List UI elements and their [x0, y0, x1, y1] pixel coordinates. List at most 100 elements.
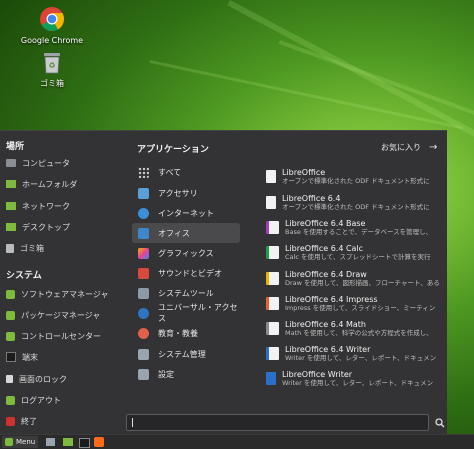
category-internet[interactable]: インターネット: [132, 203, 240, 223]
app-libreoffice[interactable]: LibreOffice オープンで標準化された ODF ドキュメント形式に: [266, 168, 440, 192]
app-description: Impress を使用して、スライドショー、ミーティン: [285, 304, 436, 312]
system-title: システム: [6, 271, 42, 281]
accessibility-icon: [138, 307, 149, 319]
files-icon[interactable]: [63, 438, 73, 446]
terminal-icon: [6, 352, 16, 362]
favorites-label: お気に入り: [381, 143, 421, 152]
lock-icon: [6, 375, 13, 383]
libreoffice-impress-icon: [266, 297, 279, 310]
folder-icon: [6, 180, 16, 188]
menu-button[interactable]: Menu: [2, 436, 39, 448]
category-label: アクセサリ: [158, 188, 198, 198]
category-graphics[interactable]: グラフィックス: [132, 243, 240, 263]
system-terminal[interactable]: 端末: [6, 347, 38, 367]
system-label: パッケージマネージャ: [21, 310, 101, 320]
app-libreoffice-writer[interactable]: LibreOffice Writer Writer を使用して、レター、レポート、…: [266, 370, 440, 394]
desktop-icon-label: Google Chrome: [20, 36, 84, 45]
places-title: 場所: [6, 142, 25, 152]
system-label: ソフトウェアマネージャ: [21, 289, 109, 299]
chrome-icon: [40, 7, 65, 32]
category-system-tools[interactable]: システムツール: [132, 283, 240, 303]
system-lock-screen[interactable]: 画面のロック: [6, 369, 67, 389]
app-name: LibreOffice 6.4 Draw: [285, 270, 367, 279]
trash-icon: [6, 243, 14, 253]
category-office[interactable]: オフィス: [132, 223, 240, 243]
app-name: LibreOffice 6.4: [282, 194, 341, 203]
system-label: 終了: [21, 416, 37, 426]
category-sound-video[interactable]: サウンドとビデオ: [132, 263, 240, 283]
grid-icon: [138, 166, 149, 178]
category-all[interactable]: すべて: [132, 162, 240, 182]
libreoffice-base-icon: [266, 221, 279, 234]
multimedia-icon: [138, 267, 149, 279]
category-label: 設定: [158, 369, 174, 379]
control-center-icon: [6, 331, 15, 341]
system-package-manager[interactable]: パッケージマネージャ: [6, 305, 100, 325]
app-description: Math を使用して、科学の公式や方程式を作成し、: [285, 329, 433, 337]
category-label: ユニバーサル・アクセス: [158, 303, 238, 323]
app-description: オープンで標準化された ODF ドキュメント形式に: [282, 177, 430, 185]
app-libreoffice-math[interactable]: LibreOffice 6.4 Math Math を使用して、科学の公式や方程式…: [266, 320, 440, 344]
category-label: すべて: [158, 167, 182, 177]
office-icon: [138, 227, 149, 239]
taskbar: Menu: [0, 434, 474, 449]
place-home[interactable]: ホームフォルダ: [6, 174, 77, 194]
desktop-icon-chrome[interactable]: Google Chrome: [20, 6, 84, 45]
app-libreoffice-base[interactable]: LibreOffice 6.4 Base Base を使用することで、データベース…: [266, 219, 440, 243]
arrow-right-icon: →: [429, 142, 438, 153]
app-description: Writer を使用して、レター、レポート、ドキュメン: [285, 354, 437, 362]
category-administration[interactable]: システム管理: [132, 344, 240, 364]
category-universal-access[interactable]: ユニバーサル・アクセス: [132, 303, 240, 323]
search-icon[interactable]: [435, 418, 445, 428]
place-desktop[interactable]: デスクトップ: [6, 217, 70, 237]
app-libreoffice-writer-64[interactable]: LibreOffice 6.4 Writer Writer を使用して、レター、レ…: [266, 345, 440, 369]
libreoffice-math-icon: [266, 322, 279, 335]
system-label: 端末: [22, 352, 38, 362]
category-education[interactable]: 教育・教養: [132, 323, 240, 343]
app-libreoffice-impress[interactable]: LibreOffice 6.4 Impress Impress を使用して、スライ…: [266, 295, 440, 319]
mint-logo-icon: [5, 438, 13, 446]
app-name: LibreOffice 6.4 Math: [285, 320, 366, 329]
search-input[interactable]: [126, 414, 429, 431]
category-label: サウンドとビデオ: [158, 268, 222, 278]
system-shutdown[interactable]: 終了: [6, 411, 37, 431]
place-network[interactable]: ネットワーク: [6, 196, 70, 216]
system-control-center[interactable]: コントロールセンター: [6, 326, 101, 346]
category-accessories[interactable]: アクセサリ: [132, 183, 240, 203]
category-label: グラフィックス: [158, 248, 214, 258]
system-software-manager[interactable]: ソフトウェアマネージャ: [6, 284, 108, 304]
category-preferences[interactable]: 設定: [132, 364, 240, 384]
app-name: LibreOffice 6.4 Impress: [285, 295, 378, 304]
app-libreoffice-draw[interactable]: LibreOffice 6.4 Draw Draw を使用して、図形描画、フローチ…: [266, 270, 440, 294]
place-label: ネットワーク: [22, 201, 70, 211]
vlc-icon[interactable]: [94, 437, 104, 447]
education-icon: [138, 327, 149, 339]
wallpaper-streak: [149, 60, 464, 130]
applications-title: アプリケーション: [137, 145, 209, 155]
favorites-button[interactable]: お気に入り →: [381, 142, 437, 153]
settings-icon: [138, 368, 149, 380]
place-label: デスクトップ: [22, 222, 70, 232]
app-description: Draw を使用して、図形描画、フローチャート、ある: [285, 279, 440, 287]
category-label: システム管理: [158, 349, 206, 359]
app-libreoffice-64[interactable]: LibreOffice 6.4 オープンで標準化された ODF ドキュメント形式に: [266, 194, 440, 218]
show-desktop-icon[interactable]: [46, 438, 55, 446]
app-name: LibreOffice 6.4 Writer: [285, 345, 371, 354]
folder-icon: [6, 223, 16, 231]
place-computer[interactable]: コンピュータ: [6, 153, 70, 173]
category-label: インターネット: [158, 208, 214, 218]
libreoffice-icon: [266, 196, 276, 209]
computer-icon: [6, 159, 16, 167]
app-libreoffice-calc[interactable]: LibreOffice 6.4 Calc Calc を使用して、スプレッドシートで…: [266, 244, 440, 268]
app-description: Base を使用することで、データベースを管理し、: [285, 228, 433, 236]
system-logout[interactable]: ログアウト: [6, 390, 61, 410]
libreoffice-writer-icon: [266, 372, 276, 385]
category-label: オフィス: [158, 228, 190, 238]
system-tools-icon: [138, 287, 149, 299]
place-trash[interactable]: ゴミ箱: [6, 238, 44, 258]
desktop-icon-trash[interactable]: ♻ ゴミ箱: [20, 50, 84, 89]
libreoffice-draw-icon: [266, 272, 279, 285]
svg-text:♻: ♻: [48, 61, 55, 70]
menu-button-label: Menu: [16, 438, 36, 446]
terminal-icon[interactable]: [79, 438, 90, 448]
